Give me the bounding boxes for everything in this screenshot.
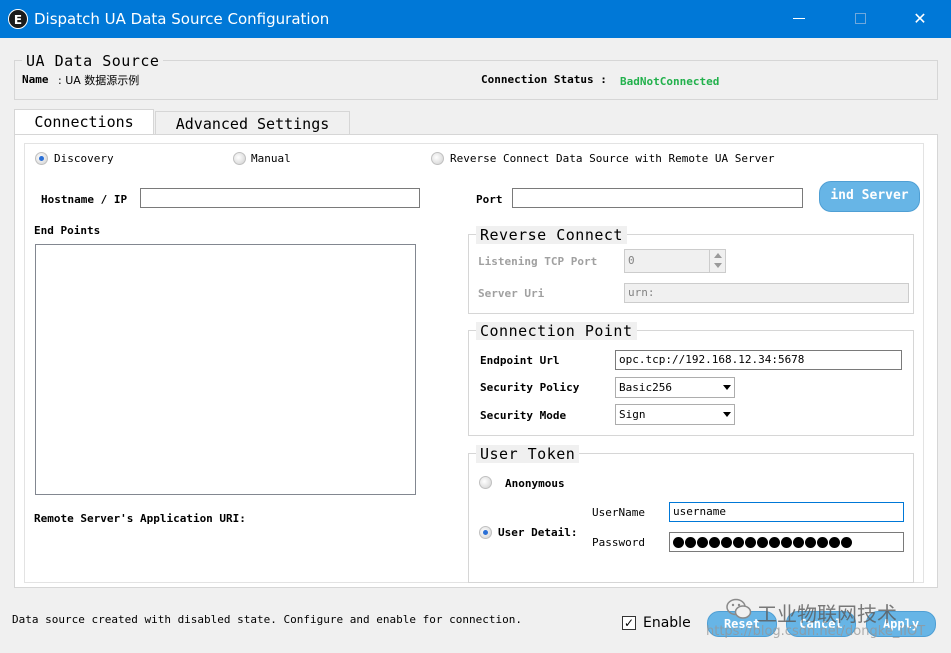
endpoint-url-label: Endpoint Url [480,354,560,367]
password-dot [805,536,816,548]
remote-uri-label: Remote Server's Application URI: [34,512,246,525]
enable-checkbox[interactable]: ✓ [622,616,636,630]
tab-advanced-settings-label: Advanced Settings [175,115,330,133]
password-dot [781,536,792,548]
security-mode-select[interactable]: Sign [615,404,735,425]
reverse-connect-radio[interactable] [431,152,444,165]
anonymous-radio[interactable] [479,476,492,489]
security-policy-select[interactable]: Basic256 [615,377,735,398]
password-input[interactable] [669,532,904,552]
name-label: Name [22,73,49,86]
password-dot [685,536,696,548]
wechat-logo-icon [726,597,752,623]
password-dot [829,536,840,548]
data-source-group-title: UA Data Source [22,52,164,70]
minimize-icon [793,18,805,19]
security-policy-value: Basic256 [619,381,672,394]
user-token-group-title: User Token [476,445,580,463]
tab-advanced-settings[interactable]: Advanced Settings [155,111,350,135]
connection-point-group-title: Connection Point [476,322,637,340]
password-dot [757,536,768,548]
manual-label: Manual [251,152,291,165]
name-value: : UA 数据源示例 [58,74,140,87]
server-uri-label: Server Uri [478,287,545,300]
manual-radio[interactable] [233,152,246,165]
listening-port-spinner[interactable] [709,250,725,272]
reverse-connect-label: Reverse Connect Data Source with Remote … [450,152,775,165]
endpoint-url-input[interactable]: opc.tcp://192.168.12.34:5678 [615,350,902,370]
find-server-button[interactable]: ind Server [819,181,920,212]
watermark-url: https://blog.csdn.net/dongke_IIOT [706,624,926,639]
password-dot [697,536,708,548]
close-icon: ✕ [913,9,927,28]
chevron-down-icon [723,412,731,417]
endpoints-list[interactable] [35,244,416,495]
maximize-button[interactable] [838,0,884,38]
tab-connections-label: Connections [34,113,134,131]
discovery-label: Discovery [54,152,114,165]
close-button[interactable]: ✕ [897,0,943,38]
username-input[interactable]: username [669,502,904,522]
security-mode-label: Security Mode [480,409,567,422]
endpoints-label: End Points [34,224,101,237]
app-logo-icon: E [8,9,28,29]
server-uri-input[interactable]: urn: [624,283,909,303]
password-dot [817,536,828,548]
password-mask [673,535,853,548]
username-label: UserName [592,506,645,519]
password-dot [793,536,804,548]
discovery-radio[interactable] [35,152,48,165]
window-title: Dispatch UA Data Source Configuration [34,10,330,28]
user-detail-label: User Detail: [498,526,578,539]
connection-status-label: Connection Status : [481,73,607,86]
chevron-down-icon [723,385,731,390]
enable-label: Enable [643,615,691,631]
spin-down-icon[interactable] [714,263,722,268]
security-policy-label: Security Policy [480,381,580,394]
port-label: Port [476,193,503,206]
connection-status-value: BadNotConnected [620,75,720,88]
watermark-brand: 工业物联网技术 [757,602,897,626]
check-icon: ✓ [623,616,635,630]
password-dot [745,536,756,548]
minimize-button[interactable] [776,0,822,38]
password-label: Password [592,536,645,549]
user-detail-radio[interactable] [479,526,492,539]
password-dot [709,536,720,548]
port-input[interactable] [512,188,803,208]
password-dot [769,536,780,548]
password-dot [721,536,732,548]
status-message: Data source created with disabled state.… [12,613,522,626]
hostname-label: Hostname / IP [41,193,128,206]
spin-up-icon[interactable] [714,253,722,258]
reverse-connect-group-title: Reverse Connect [476,226,627,244]
hostname-input[interactable] [140,188,420,208]
listening-port-label: Listening TCP Port [478,255,598,268]
maximize-icon [855,13,866,24]
password-dot [841,536,852,548]
anonymous-label: Anonymous [505,477,565,490]
password-dot [673,536,684,548]
tab-connections[interactable]: Connections [14,109,154,135]
listening-port-value: 0 [628,254,635,267]
listening-port-input[interactable]: 0 [624,249,726,273]
password-dot [733,536,744,548]
security-mode-value: Sign [619,408,646,421]
title-bar: E Dispatch UA Data Source Configuration … [0,0,951,38]
